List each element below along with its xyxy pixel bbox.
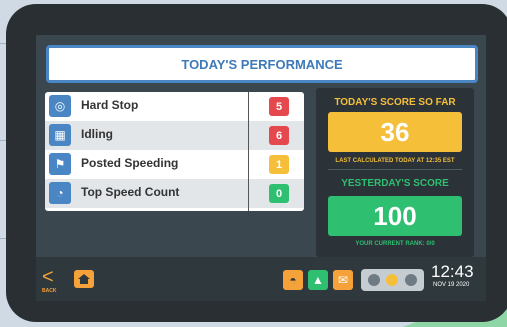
gauge-icon: ◓	[289, 273, 297, 287]
metric-label: Top Speed Count	[81, 185, 180, 199]
yesterday-score-title: YESTERDAY'S SCORE	[341, 178, 449, 189]
home-button[interactable]	[74, 270, 94, 288]
speed-sign-icon: ⚑	[49, 153, 71, 175]
metric-row-posted-speeding[interactable]: ⚑ Posted Speeding 1	[45, 150, 304, 179]
metric-count-badge: 6	[269, 126, 289, 145]
mail-icon: ✉	[337, 273, 349, 287]
gauge-app-button[interactable]: ◓	[283, 270, 303, 290]
screen: TODAY'S PERFORMANCE ◎ Hard Stop 5 ▦ Idli…	[36, 35, 486, 301]
metric-row-top-speed-count[interactable]: ◔ Top Speed Count 0	[45, 179, 304, 208]
status-dot	[405, 274, 417, 286]
clock-time: 12:43	[431, 262, 474, 281]
bottom-bar: < BACK ◓ ▲ ✉ 12:43 NOV 19 2020	[36, 257, 486, 301]
status-indicator	[361, 269, 424, 291]
metric-label: Idling	[81, 127, 113, 141]
metric-count-badge: 5	[269, 97, 289, 116]
yesterday-score-value: 100	[328, 196, 462, 236]
chevron-left-icon: <	[42, 266, 54, 288]
metric-row-idling[interactable]: ▦ Idling 6	[45, 121, 304, 150]
page-title-banner: TODAY'S PERFORMANCE	[46, 45, 478, 83]
score-panel: TODAY'S SCORE SO FAR 36 LAST CALCULATED …	[316, 88, 474, 257]
metrics-list: ◎ Hard Stop 5 ▦ Idling 6 ⚑ Posted Speedi…	[45, 92, 304, 211]
status-dot	[368, 274, 380, 286]
speedometer-icon: ◔	[49, 182, 71, 204]
metric-label: Hard Stop	[81, 98, 139, 112]
column-divider	[248, 92, 249, 211]
page-title: TODAY'S PERFORMANCE	[181, 56, 343, 72]
metric-label: Posted Speeding	[81, 156, 179, 170]
home-icon	[78, 274, 90, 284]
rank-text: YOUR CURRENT RANK: 0/0	[355, 241, 435, 247]
status-dot	[386, 274, 398, 286]
back-label: BACK	[42, 288, 57, 294]
clock-date: NOV 19 2020	[433, 282, 470, 288]
last-calculated-text: LAST CALCULATED TODAY AT 12:35 EST	[335, 158, 455, 164]
triangle-icon: ▲	[312, 273, 324, 287]
engine-icon: ▦	[49, 124, 71, 146]
metric-count-badge: 1	[269, 155, 289, 174]
divider	[328, 169, 462, 170]
metric-count-badge: 0	[269, 184, 289, 203]
today-score-value: 36	[328, 112, 462, 152]
steering-wheel-icon: ◎	[49, 95, 71, 117]
mail-app-button[interactable]: ✉	[333, 270, 353, 290]
tablet-device: TODAY'S PERFORMANCE ◎ Hard Stop 5 ▦ Idli…	[6, 4, 507, 322]
today-score-title: TODAY'S SCORE SO FAR	[334, 97, 456, 108]
triangle-app-button[interactable]: ▲	[308, 270, 328, 290]
metric-row-hard-stop[interactable]: ◎ Hard Stop 5	[45, 92, 304, 121]
